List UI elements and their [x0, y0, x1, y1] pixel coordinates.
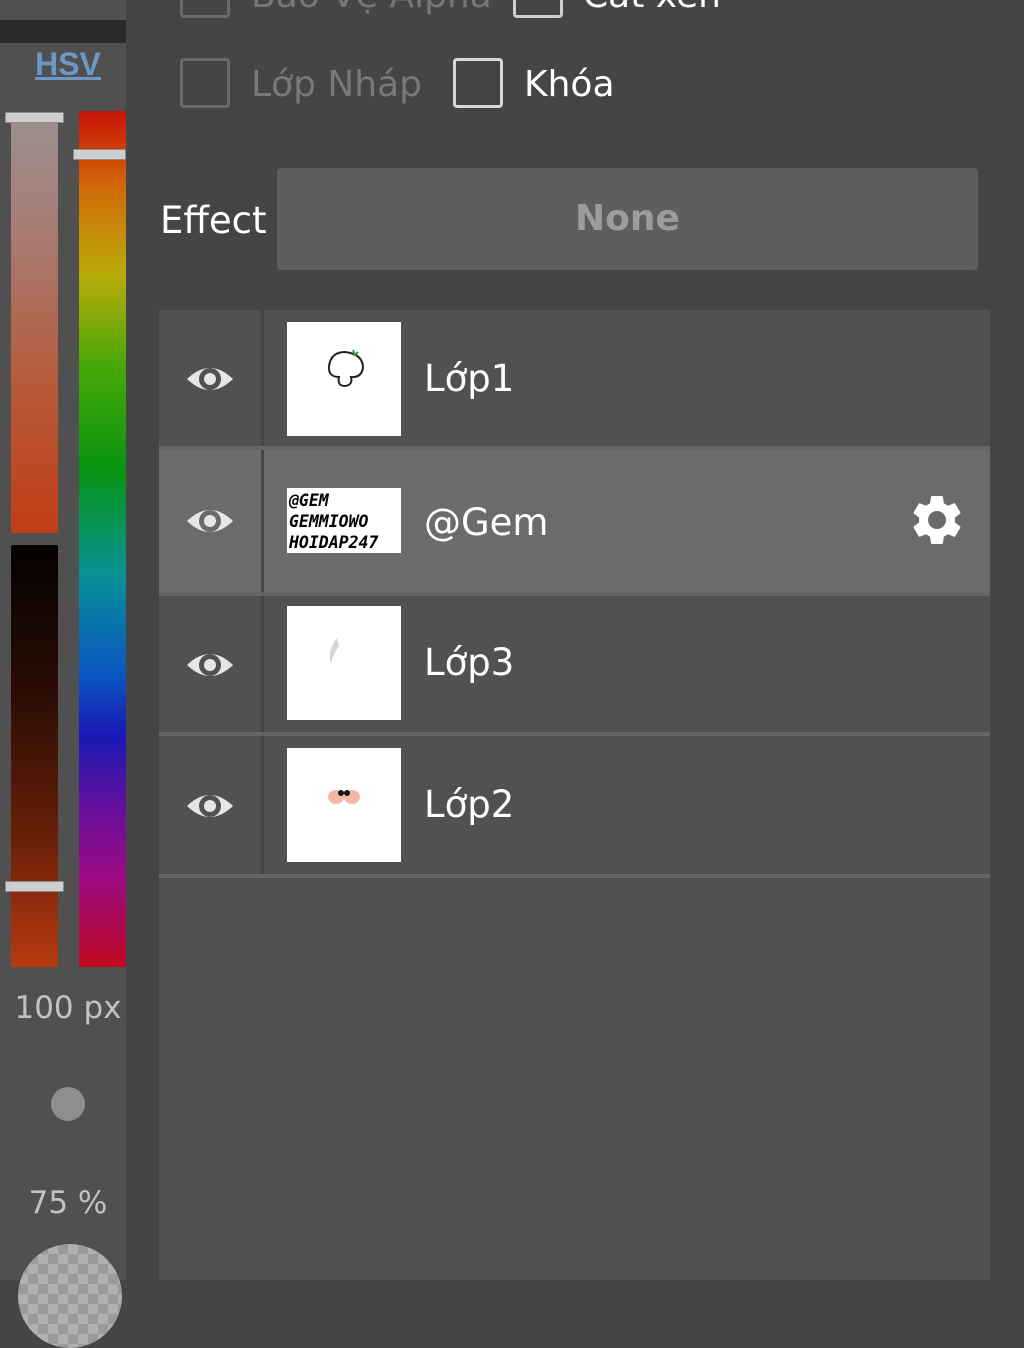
draft-layer-label: Lớp Nháp — [251, 64, 423, 105]
layer-name: Lớp2 — [424, 783, 515, 826]
value-handle[interactable] — [5, 881, 64, 892]
divider — [261, 596, 264, 734]
brush-size-label: 100 px — [14, 990, 122, 1026]
clipping-label: Cắt xén — [583, 0, 721, 18]
eye-icon[interactable] — [185, 645, 235, 685]
layer-name: Lớp3 — [424, 641, 515, 684]
divider — [159, 874, 990, 878]
eye-icon[interactable] — [185, 786, 235, 826]
thumbnail-text: @GEM GEMMIOWO HOIDAP247 — [289, 491, 379, 552]
saturation-handle[interactable] — [5, 112, 64, 123]
layer-row[interactable]: Lớp3 — [159, 596, 990, 734]
hue-slider[interactable] — [79, 111, 126, 967]
draft-layer-checkbox[interactable] — [180, 58, 230, 108]
color-panel: HSV 100 px 75 % — [0, 0, 126, 1348]
hue-handle[interactable] — [73, 149, 126, 160]
layer-list: Lớp1 @GEM GEMMIOWO HOIDAP247 @Gem Lớp3 L… — [159, 310, 990, 1280]
color-mode-link[interactable]: HSV — [0, 46, 136, 83]
lock-checkbox[interactable] — [453, 58, 503, 108]
layer-thumbnail — [287, 748, 401, 862]
divider — [261, 450, 264, 594]
effect-label: Effect — [160, 199, 267, 242]
value-slider[interactable] — [11, 545, 58, 967]
layer-row-selected[interactable]: @GEM GEMMIOWO HOIDAP247 @Gem — [159, 450, 990, 594]
eye-icon[interactable] — [185, 359, 235, 399]
gear-icon[interactable] — [907, 490, 967, 550]
layer-name: Lớp1 — [424, 357, 515, 400]
color-swatch-bar[interactable] — [0, 20, 126, 43]
layer-thumbnail: @GEM GEMMIOWO HOIDAP247 — [287, 488, 401, 553]
alpha-protect-checkbox[interactable] — [180, 0, 230, 18]
face-sketch-icon — [328, 790, 360, 804]
effect-value: None — [575, 198, 680, 239]
eye-icon[interactable] — [185, 501, 235, 541]
alpha-protect-label: Bảo Vệ Alpha — [251, 0, 492, 18]
clipping-checkbox[interactable] — [513, 0, 563, 18]
layer-name: @Gem — [424, 501, 549, 544]
effect-dropdown[interactable]: None — [277, 168, 978, 270]
divider — [261, 736, 264, 874]
layer-row[interactable]: Lớp1 — [159, 310, 990, 448]
sketch-mark-icon — [329, 638, 339, 664]
mushroom-sketch-icon — [327, 349, 365, 388]
layer-thumbnail — [287, 606, 401, 720]
brush-size-preview[interactable] — [51, 1087, 85, 1121]
layer-row[interactable]: Lớp2 — [159, 736, 990, 874]
lock-label: Khóa — [524, 64, 615, 105]
divider — [261, 310, 264, 448]
brush-opacity-preview[interactable] — [18, 1244, 122, 1348]
brush-opacity-label: 75 % — [28, 1185, 108, 1221]
saturation-slider[interactable] — [11, 113, 58, 533]
layer-thumbnail — [287, 322, 401, 436]
